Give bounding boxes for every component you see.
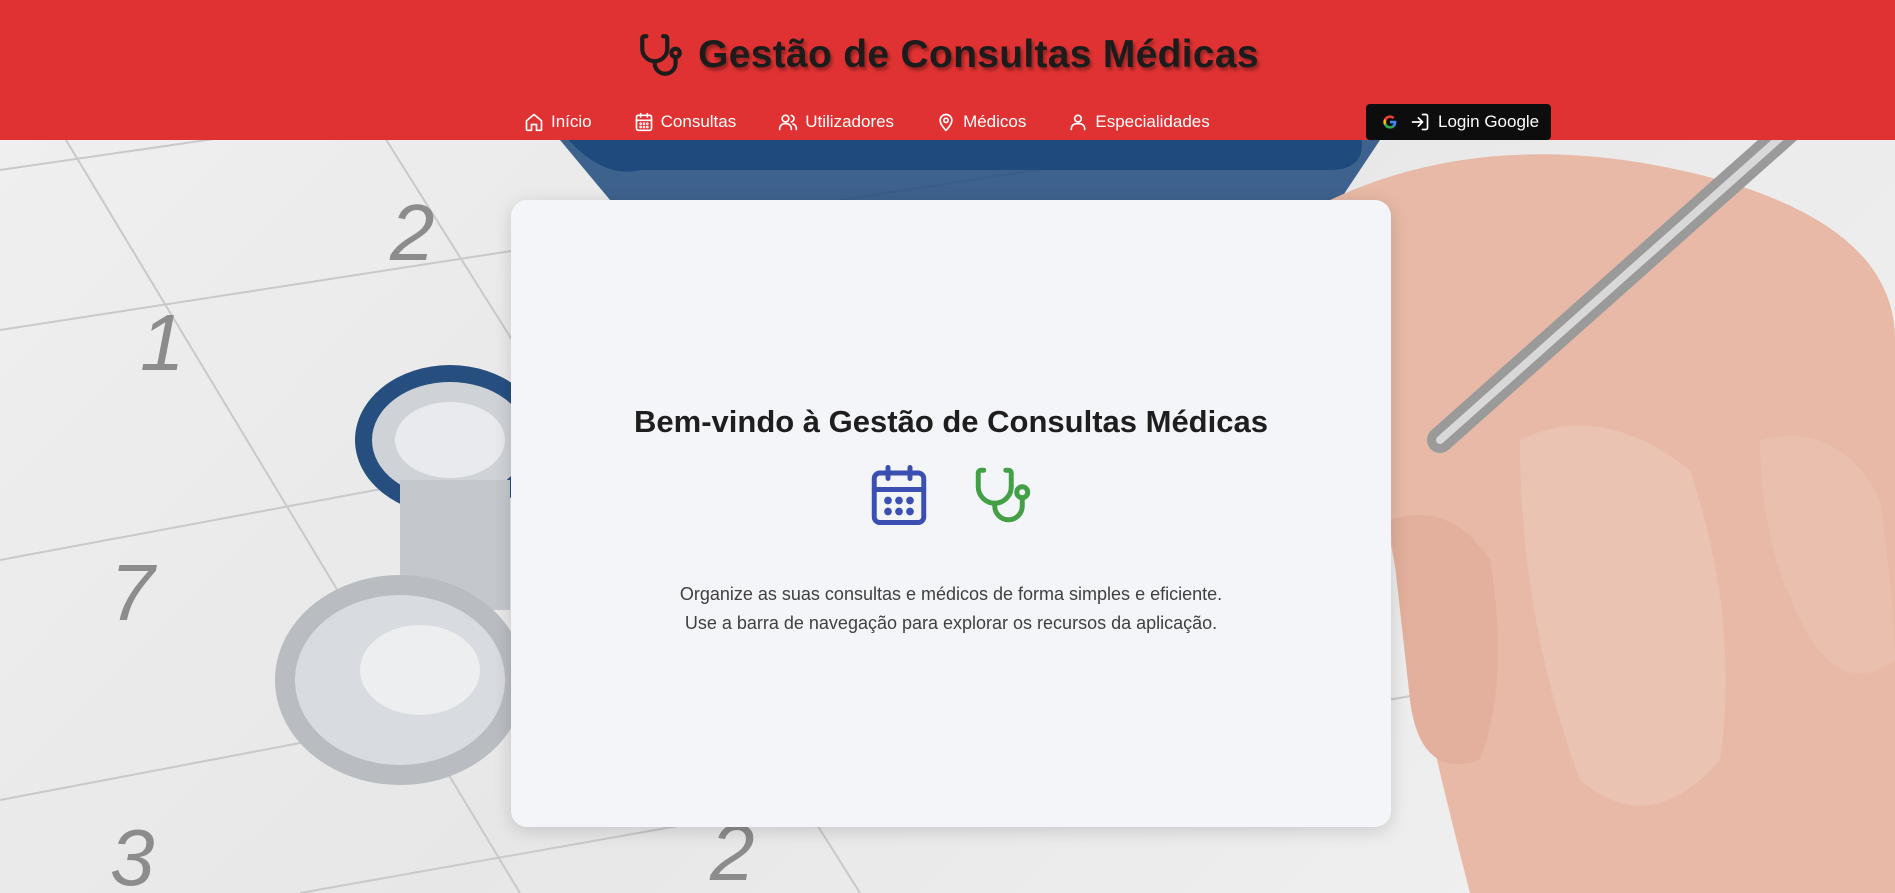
calendar-icon bbox=[635, 112, 652, 132]
welcome-description: Organize as suas consultas e médicos de … bbox=[511, 580, 1391, 638]
welcome-title: Bem-vindo à Gestão de Consultas Médicas bbox=[634, 404, 1268, 439]
calendar-icon bbox=[871, 465, 927, 525]
login-google-button[interactable]: Login Google bbox=[1366, 104, 1551, 140]
brand[interactable]: Gestão de Consultas Médicas bbox=[0, 30, 1895, 80]
nav-item-utilizadores[interactable]: Utilizadores bbox=[778, 110, 894, 134]
stethoscope-icon bbox=[640, 34, 682, 76]
bg-number-2: 2 bbox=[389, 188, 435, 277]
nav-label-utilizadores: Utilizadores bbox=[805, 112, 895, 131]
welcome-line-2: Use a barra de navegação para explorar o… bbox=[684, 613, 1218, 633]
google-icon bbox=[1383, 115, 1397, 129]
nav-label-consultas: Consultas bbox=[660, 112, 737, 131]
user-icon bbox=[1070, 114, 1086, 131]
nav-item-especialidades[interactable]: Especialidades bbox=[1068, 110, 1210, 134]
map-pin-icon bbox=[939, 113, 953, 132]
nav-item-inicio[interactable]: Início bbox=[524, 110, 592, 134]
nav-item-consultas[interactable]: Consultas bbox=[634, 110, 737, 134]
home-icon bbox=[525, 113, 543, 132]
nav-label-especialidades: Especialidades bbox=[1095, 112, 1210, 131]
nav-label-medicos: Médicos bbox=[963, 112, 1027, 131]
users-icon bbox=[779, 114, 798, 131]
nav-label-inicio: Início bbox=[551, 112, 592, 131]
welcome-line-1: Organize as suas consultas e médicos de … bbox=[679, 584, 1223, 604]
welcome-card: Bem-vindo à Gestão de Consultas Médicas … bbox=[511, 200, 1391, 827]
app-header: Gestão de Consultas Médicas Início Consu… bbox=[0, 0, 1895, 140]
nav-item-medicos[interactable]: Médicos bbox=[936, 110, 1026, 134]
bg-number-13: 3 bbox=[110, 813, 155, 893]
login-icon bbox=[1411, 113, 1429, 131]
login-button-label: Login Google bbox=[1438, 112, 1540, 131]
welcome-icons bbox=[511, 462, 1391, 528]
bg-number-1: 1 bbox=[140, 298, 185, 387]
stethoscope-icon bbox=[975, 467, 1031, 523]
app-title: Gestão de Consultas Médicas bbox=[698, 33, 1259, 76]
main-nav: Início Consultas Utilizadores Médicos Es… bbox=[524, 110, 1252, 134]
bg-number-7: 7 bbox=[110, 548, 157, 637]
